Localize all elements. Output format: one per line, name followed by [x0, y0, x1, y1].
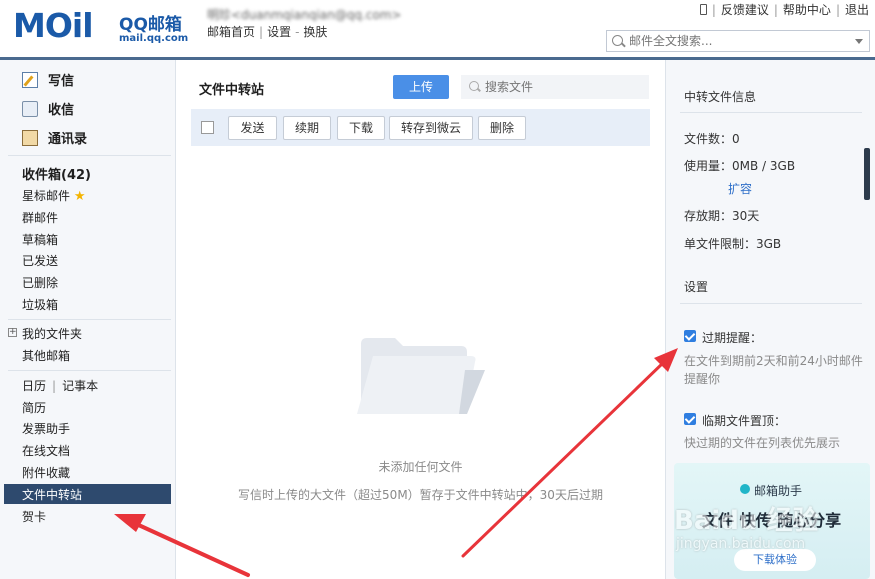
phone-icon[interactable]	[699, 4, 707, 15]
mailbox-home-link[interactable]: 邮箱首页	[207, 25, 255, 39]
sidebar-item-sent[interactable]: 已发送	[22, 252, 58, 269]
logo-url-text: mail.qq.com	[119, 33, 189, 44]
logo-qq-text: QQ邮箱	[119, 15, 182, 35]
mail-search-input[interactable]	[629, 33, 849, 49]
send-button[interactable]: 发送	[228, 116, 277, 140]
select-all-checkbox[interactable]	[201, 121, 214, 134]
assistant-logo-icon	[740, 484, 750, 494]
sidebar-item-calendar-notes: 日历 | 记事本	[22, 379, 99, 393]
renew-button[interactable]: 续期	[283, 116, 331, 140]
transfer-info-title: 中转文件信息	[684, 90, 757, 104]
single-file-limit: 单文件限制：3GB	[684, 237, 782, 251]
logout-link[interactable]: 退出	[845, 3, 869, 17]
panel-divider	[680, 112, 862, 113]
retention-period: 存放期：30天	[684, 209, 760, 223]
change-skin-link[interactable]: 换肤	[303, 25, 327, 39]
sidebar-item-calendar[interactable]: 日历	[22, 379, 46, 393]
inbox-icon	[22, 101, 38, 117]
expire-reminder-checkbox[interactable]	[684, 330, 696, 342]
file-search-input[interactable]	[485, 79, 635, 95]
contacts-icon	[22, 130, 38, 146]
settings-link[interactable]: 设置	[267, 25, 291, 39]
write-mail-item[interactable]: 写信	[22, 70, 74, 89]
sidebar-item-online-docs[interactable]: 在线文档	[22, 442, 70, 459]
receive-mail-item[interactable]: 收信	[22, 99, 74, 118]
settings-title: 设置	[684, 280, 709, 294]
sidebar-item-starred[interactable]: 星标邮件 ★	[22, 187, 86, 204]
banner-title: 邮箱助手	[754, 484, 803, 498]
panel-divider	[680, 303, 862, 304]
sidebar-item-file-transfer[interactable]: 文件中转站	[4, 484, 171, 504]
sidebar-item-attachments[interactable]: 附件收藏	[22, 464, 70, 481]
file-search-box[interactable]	[461, 75, 649, 99]
search-icon	[469, 81, 479, 91]
empty-state-description: 写信时上传的大文件（超过50M）暂存于文件中转站中，30天后过期	[238, 488, 603, 502]
search-icon	[612, 35, 623, 46]
expire-reminder-desc: 在文件到期前2天和前24小时邮件提醒你	[684, 354, 863, 386]
sidebar-item-greeting-cards[interactable]: 贺卡	[22, 508, 46, 525]
page-title: 文件中转站	[199, 83, 265, 98]
main-content: 文件中转站 上传 发送 续期 下载 转存到微云 删除 未添加任何文件 写信时上传…	[177, 60, 664, 579]
user-account-line: 明珍<duanmqianqian@qq.com>	[207, 8, 402, 22]
logo-mail-text: MOil	[13, 6, 94, 45]
sidebar-item-deleted[interactable]: 已删除	[22, 274, 58, 291]
scrollbar-handle[interactable]	[864, 148, 870, 200]
download-experience-button[interactable]: 下载体验	[734, 549, 816, 571]
help-center-link[interactable]: 帮助中心	[783, 3, 831, 17]
delete-button[interactable]: 删除	[478, 116, 526, 140]
file-count: 文件数：0	[684, 132, 740, 146]
pin-expiring-checkbox[interactable]	[684, 413, 696, 425]
contacts-item[interactable]: 通讯录	[22, 128, 87, 147]
pin-expiring-desc: 快过期的文件在列表优先展示	[684, 436, 841, 450]
expire-reminder-label: 过期提醒：	[702, 331, 763, 345]
left-sidebar: 写信 收信 通讯录 收件箱(42) 星标邮件 ★ 群邮件 草稿箱 已发送 已删除…	[0, 60, 176, 579]
right-info-panel: 中转文件信息 文件数：0 使用量：0MB / 3GB 扩容 存放期：30天 单文…	[665, 60, 875, 579]
sidebar-item-resume[interactable]: 简历	[22, 399, 46, 416]
sidebar-item-group[interactable]: 群邮件	[22, 209, 58, 226]
sidebar-item-drafts[interactable]: 草稿箱	[22, 231, 58, 248]
sidebar-item-my-folders[interactable]: 我的文件夹	[22, 325, 82, 342]
usage-value: 使用量：0MB / 3GB	[684, 159, 796, 173]
download-button[interactable]: 下载	[337, 116, 385, 140]
empty-state-text: 未添加任何文件	[378, 460, 463, 474]
star-icon: ★	[73, 189, 86, 204]
top-right-links: | 反馈建议 | 帮助中心 | 退出	[699, 1, 869, 18]
sidebar-item-notes[interactable]: 记事本	[62, 379, 98, 393]
banner-headline: 文件 快传 随心分享	[702, 511, 842, 530]
mail-search-box[interactable]	[606, 30, 870, 52]
upload-button[interactable]: 上传	[393, 75, 449, 99]
mail-assistant-banner[interactable]: 邮箱助手 文件 快传 随心分享 下载体验	[674, 463, 870, 579]
save-to-weiyun-button[interactable]: 转存到微云	[389, 116, 473, 140]
sidebar-item-other-mailboxes[interactable]: 其他邮箱	[22, 347, 70, 364]
feedback-link[interactable]: 反馈建议	[721, 3, 769, 17]
file-toolbar: 发送 续期 下载 转存到微云 删除	[191, 109, 650, 146]
top-header: MOil QQ邮箱 mail.qq.com 明珍<duanmqianqian@q…	[0, 0, 875, 57]
expand-icon[interactable]: +	[8, 328, 17, 337]
sidebar-divider	[8, 155, 171, 156]
compose-icon	[22, 72, 38, 88]
expand-capacity-link[interactable]: 扩容	[728, 180, 752, 197]
sidebar-item-inbox[interactable]: 收件箱(42)	[22, 164, 91, 183]
pin-expiring-label: 临期文件置顶：	[702, 414, 787, 428]
sidebar-item-spam[interactable]: 垃圾箱	[22, 296, 58, 313]
sidebar-item-invoice[interactable]: 发票助手	[22, 420, 70, 437]
header-links: 邮箱首页 | 设置 - 换肤	[207, 25, 328, 39]
empty-folder-icon	[357, 338, 485, 414]
sidebar-divider	[8, 370, 171, 371]
qq-mail-logo[interactable]: MOil QQ邮箱 mail.qq.com	[13, 6, 193, 46]
sidebar-divider	[8, 319, 171, 320]
chevron-down-icon[interactable]	[855, 39, 863, 44]
